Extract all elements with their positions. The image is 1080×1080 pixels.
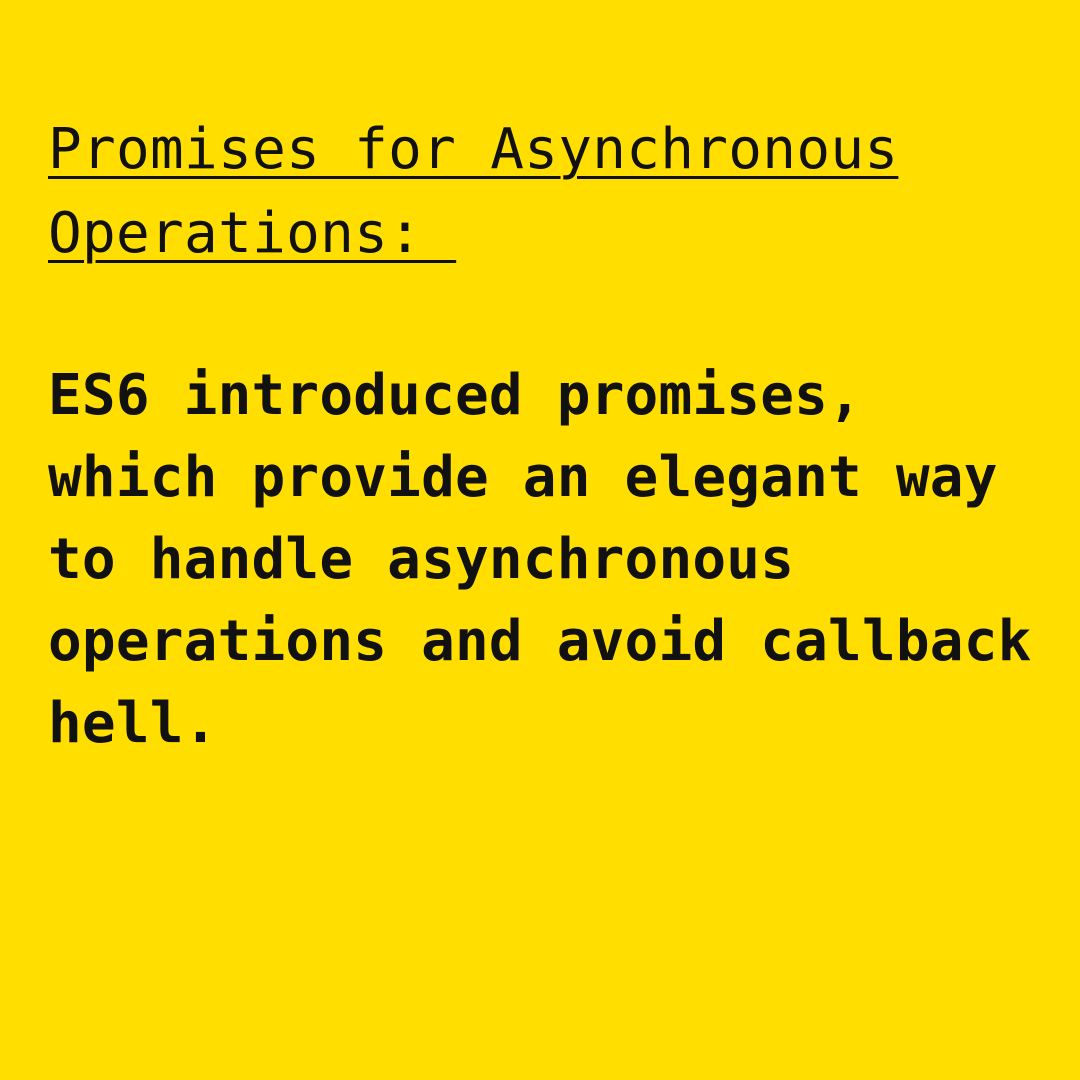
slide-heading: Promises for Asynchronous Operations:	[48, 117, 899, 266]
slide: Promises for Asynchronous Operations: ES…	[0, 0, 1080, 1080]
slide-body-text: ES6 introduced promises, which provide a…	[48, 363, 1032, 756]
